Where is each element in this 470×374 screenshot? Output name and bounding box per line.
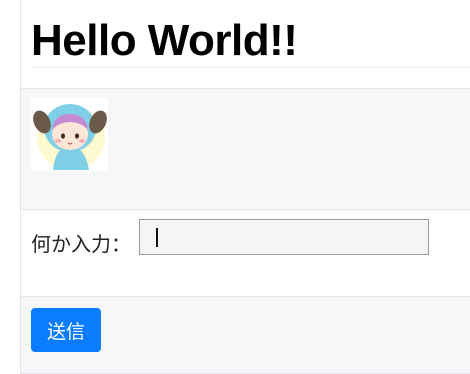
submit-button[interactable]: 送信 (31, 308, 101, 352)
input-section: 何か入力： (21, 210, 470, 297)
title-divider (31, 67, 470, 68)
character-avatar-image (31, 98, 108, 171)
page-title: Hello World!! (31, 16, 298, 65)
image-section (21, 89, 470, 210)
input-label: 何か入力： (31, 232, 131, 256)
text-input[interactable] (139, 219, 429, 255)
submit-section: 送信 (21, 297, 470, 374)
title-section: Hello World!! (21, 0, 470, 89)
text-caret (156, 228, 158, 247)
